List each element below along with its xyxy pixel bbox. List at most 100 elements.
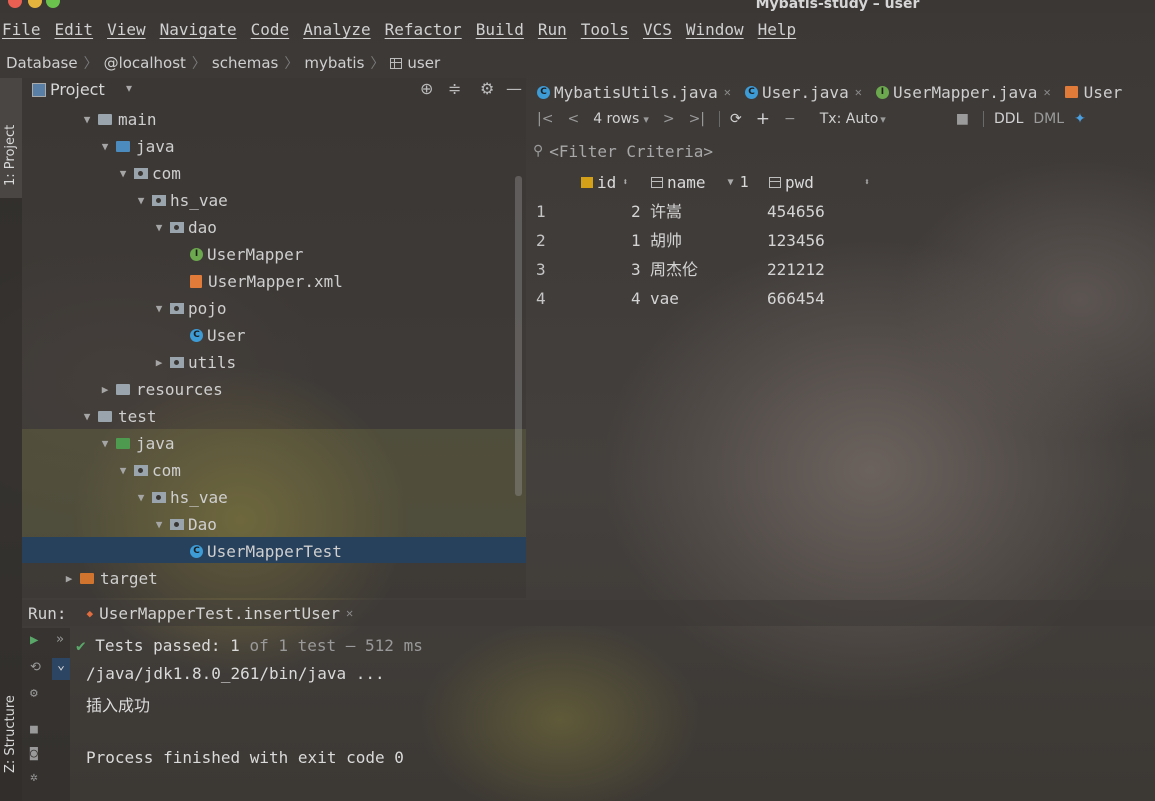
cell-pwd[interactable]: 666454 <box>767 284 825 313</box>
tree-item-test-hs-vae[interactable]: ▼ hs_vae <box>134 484 228 511</box>
menu-tools[interactable]: Tools <box>581 20 629 44</box>
pin-icon[interactable]: ✦ <box>1074 111 1086 127</box>
menu-run[interactable]: Run <box>538 20 567 44</box>
hide-panel-icon[interactable]: — <box>506 79 522 98</box>
breadcrumb-localhost[interactable]: @localhost <box>104 54 186 72</box>
cell-pwd[interactable]: 454656 <box>767 197 825 226</box>
row-count[interactable]: 4 rows <box>593 111 639 127</box>
add-row-icon[interactable]: + <box>756 109 770 129</box>
breadcrumb-schemas[interactable]: schemas <box>212 54 278 72</box>
cell-id[interactable]: 1 <box>631 226 641 255</box>
cell-name[interactable]: 周杰伦 <box>650 255 698 284</box>
chevron-down-icon[interactable]: ▾ <box>126 81 132 95</box>
cell-name[interactable]: 许嵩 <box>650 197 682 226</box>
tree-item-main[interactable]: ▼ main <box>80 106 157 133</box>
tool-tab-project[interactable]: 1: Project <box>0 78 22 198</box>
close-icon[interactable]: ✕ <box>724 85 731 99</box>
ddl-button[interactable]: DDL <box>994 111 1023 127</box>
stop-icon[interactable]: ■ <box>30 722 38 737</box>
chevron-right-icon[interactable]: ▶ <box>62 565 76 592</box>
refresh-icon[interactable]: ⟳ <box>730 111 742 127</box>
chevron-down-icon[interactable]: ▼ <box>98 430 112 457</box>
tab-user[interactable]: C User.java ✕ <box>745 83 862 102</box>
chevron-down-icon[interactable]: ▼ <box>152 214 166 241</box>
column-header-name[interactable]: name ▼ 1 <box>651 168 749 196</box>
cell-id[interactable]: 3 <box>631 255 641 284</box>
breadcrumb-database[interactable]: Database <box>6 54 78 72</box>
cell-id[interactable]: 2 <box>631 197 641 226</box>
settings-icon[interactable]: ✲ <box>30 770 38 785</box>
filter-input[interactable]: <Filter Criteria> <box>549 142 713 161</box>
project-panel-title[interactable]: Project <box>50 80 105 99</box>
cell-id[interactable]: 4 <box>631 284 641 313</box>
menu-navigate[interactable]: Navigate <box>160 20 237 44</box>
chevron-down-icon[interactable]: ▾ <box>643 113 649 126</box>
sort-desc-icon[interactable]: ▼ <box>728 177 734 188</box>
cell-pwd[interactable]: 123456 <box>767 226 825 255</box>
sort-icon[interactable]: ⬍ <box>622 177 628 188</box>
tree-item-pojo[interactable]: ▼ pojo <box>152 295 227 322</box>
tree-item-hs-vae[interactable]: ▼ hs_vae <box>134 187 228 214</box>
tree-item-usermappertest[interactable]: C UserMapperTest <box>190 538 342 565</box>
tree-item-test-dao[interactable]: ▼ Dao <box>152 511 217 538</box>
chevron-down-icon[interactable]: ▼ <box>152 295 166 322</box>
menu-file[interactable]: File <box>2 20 41 44</box>
close-icon[interactable]: ✕ <box>346 606 353 620</box>
tree-item-test[interactable]: ▼ test <box>80 403 157 430</box>
stop-icon[interactable]: ■ <box>956 111 969 127</box>
menu-analyze[interactable]: Analyze <box>303 20 370 44</box>
tree-item-dao[interactable]: ▼ dao <box>152 214 217 241</box>
chevron-down-icon[interactable]: ▼ <box>80 106 94 133</box>
tab-mybatisutils[interactable]: C MybatisUtils.java ✕ <box>537 83 731 102</box>
tree-item-usermapper-xml[interactable]: UserMapper.xml <box>190 268 343 295</box>
rerun-icon[interactable]: ▶ <box>30 632 38 648</box>
previous-page-icon[interactable]: < <box>567 111 579 127</box>
close-icon[interactable]: ✕ <box>1043 85 1050 99</box>
menu-help[interactable]: Help <box>758 20 797 44</box>
next-page-icon[interactable]: > <box>663 111 675 127</box>
cell-name[interactable]: vae <box>650 284 679 313</box>
locate-icon[interactable]: ⊕ <box>420 79 433 98</box>
menu-build[interactable]: Build <box>476 20 524 44</box>
close-icon[interactable]: ✕ <box>855 85 862 99</box>
cell-name[interactable]: 胡帅 <box>650 226 682 255</box>
delete-row-icon[interactable]: − <box>784 111 796 127</box>
rerun-failed-icon[interactable]: ⟲ <box>30 660 41 675</box>
column-header-id[interactable]: id ⬍ <box>581 168 628 196</box>
last-page-icon[interactable]: >| <box>689 111 705 127</box>
chevron-down-icon[interactable]: ▼ <box>116 160 130 187</box>
sort-icon[interactable]: ⬍ <box>864 177 870 188</box>
camera-icon[interactable]: ◙ <box>30 746 38 761</box>
tool-tab-structure[interactable]: Z: Structure <box>0 668 22 788</box>
menu-window[interactable]: Window <box>686 20 744 44</box>
tree-item-test-java[interactable]: ▼ java <box>98 430 175 457</box>
run-tab[interactable]: ◆ UserMapperTest.insertUser ✕ <box>87 604 354 623</box>
menu-vcs[interactable]: VCS <box>643 20 672 44</box>
expand-icon[interactable]: » <box>56 632 64 647</box>
gear-icon[interactable]: ⚙ <box>480 79 494 98</box>
chevron-down-icon[interactable]: ▼ <box>134 484 148 511</box>
chevron-down-icon[interactable]: ▼ <box>98 133 112 160</box>
chevron-right-icon[interactable]: ▶ <box>98 376 112 403</box>
chevron-down-icon[interactable]: ▼ <box>80 403 94 430</box>
chevron-right-icon[interactable]: ▶ <box>152 349 166 376</box>
breadcrumb-user[interactable]: user <box>407 54 440 72</box>
chevron-down-icon[interactable]: ▼ <box>152 511 166 538</box>
tab-usermapper[interactable]: I UserMapper.java ✕ <box>875 83 1051 102</box>
dml-button[interactable]: DML <box>1033 111 1064 127</box>
tree-item-target[interactable]: ▶ target <box>62 565 158 592</box>
tree-item-com[interactable]: ▼ com <box>116 160 181 187</box>
menu-refactor[interactable]: Refactor <box>385 20 462 44</box>
column-header-pwd[interactable]: pwd ⬍ <box>769 168 870 196</box>
chevron-down-icon[interactable]: ⌄ <box>52 658 70 680</box>
transaction-mode[interactable]: Tx: Auto <box>820 111 879 127</box>
project-scrollbar[interactable] <box>515 176 522 496</box>
breadcrumb-mybatis[interactable]: mybatis <box>304 54 364 72</box>
first-page-icon[interactable]: |< <box>537 111 553 127</box>
tree-item-utils[interactable]: ▶ utils <box>152 349 236 376</box>
menu-code[interactable]: Code <box>251 20 290 44</box>
chevron-down-icon[interactable]: ▼ <box>134 187 148 214</box>
tree-item-resources[interactable]: ▶ resources <box>98 376 223 403</box>
tree-item-usermapper[interactable]: I UserMapper <box>190 241 303 268</box>
chevron-down-icon[interactable]: ▼ <box>116 457 130 484</box>
